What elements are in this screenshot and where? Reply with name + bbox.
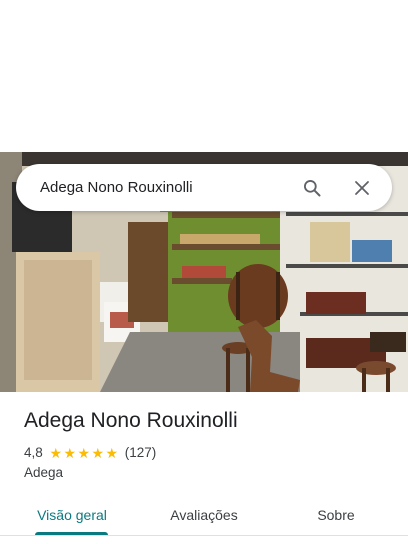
tab-about[interactable]: Sobre <box>300 496 372 534</box>
rating-stars: ★ ★ ★ ★ ★ <box>49 446 119 460</box>
close-icon[interactable] <box>350 176 374 200</box>
tab-overview[interactable]: Visão geral <box>28 496 116 534</box>
rating-row[interactable]: 4,8 ★ ★ ★ ★ ★ (127) <box>24 445 156 460</box>
place-title: Adega Nono Rouxinolli <box>24 409 238 432</box>
tab-reviews[interactable]: Avaliações <box>158 496 250 534</box>
search-input[interactable]: Adega Nono Rouxinolli <box>40 179 300 196</box>
star-icon: ★ <box>91 444 105 461</box>
star-icon: ★ <box>105 444 119 461</box>
review-count[interactable]: (127) <box>125 445 157 460</box>
rating-value: 4,8 <box>24 445 43 460</box>
active-tab-indicator <box>35 532 108 535</box>
search-icon[interactable] <box>300 176 324 200</box>
tab-bar: Visão geral Avaliações Sobre <box>0 496 408 536</box>
star-icon: ★ <box>77 444 91 461</box>
star-icon: ★ <box>63 444 77 461</box>
star-icon: ★ <box>49 444 63 461</box>
place-category: Adega <box>24 465 64 480</box>
search-bar[interactable]: Adega Nono Rouxinolli <box>16 164 392 211</box>
